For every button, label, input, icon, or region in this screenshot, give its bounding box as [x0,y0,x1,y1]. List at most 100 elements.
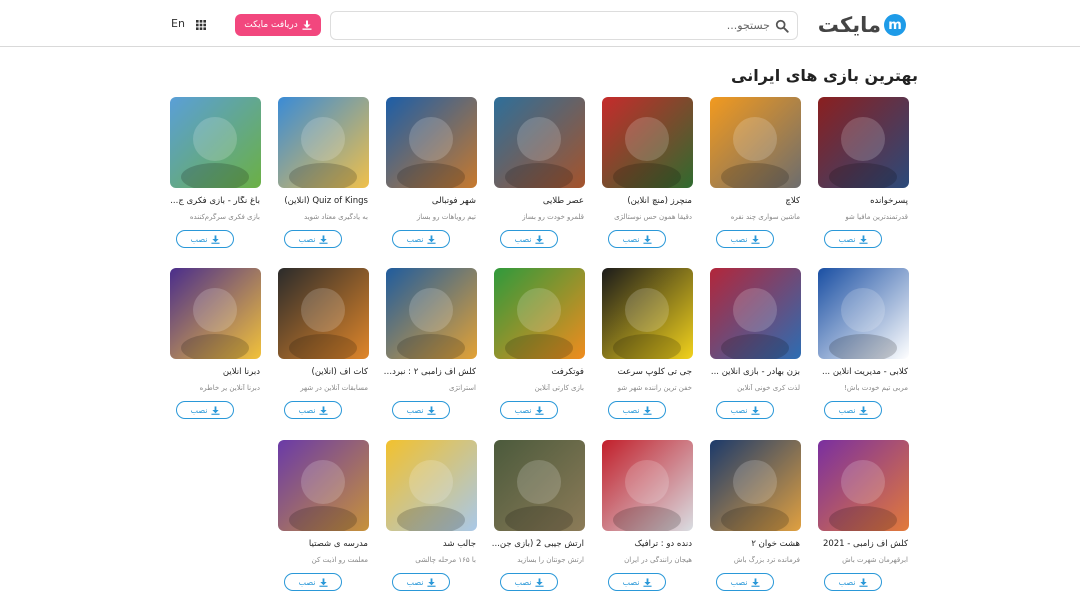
app-icon[interactable] [818,268,909,359]
install-button[interactable]: نصب [500,573,558,591]
install-button[interactable]: نصب [716,230,774,248]
app-title[interactable]: پسرخوانده [814,196,908,206]
app-title[interactable]: جی تی کلوپ سرعت [598,367,692,377]
download-icon [210,405,220,415]
app-icon[interactable] [278,440,369,531]
install-button[interactable]: نصب [392,573,450,591]
search-box[interactable] [330,11,798,40]
app-title[interactable]: کلش آف زامبی - 2021 [814,539,908,549]
install-button[interactable]: نصب [176,230,234,248]
app-icon[interactable] [818,440,909,531]
app-title[interactable]: مدرسه ی شصتیا [274,539,368,549]
install-label: نصب [514,405,532,415]
app-title[interactable]: کلاچ [706,196,800,206]
app-icon[interactable] [818,97,909,188]
app-subtitle: مسابقات آنلاین در شهر [300,384,368,392]
app-icon[interactable] [494,440,585,531]
download-icon [642,405,652,415]
install-button[interactable]: نصب [608,401,666,419]
app-subtitle: با ۱۶۵ مرحله چالشی [415,556,476,564]
install-button[interactable]: نصب [284,573,342,591]
install-button[interactable]: نصب [284,401,342,419]
top-header: m مایکت دریافت مایکت En [0,0,1080,47]
install-label: نصب [406,405,424,415]
app-icon[interactable] [494,97,585,188]
install-label: نصب [730,577,748,587]
myket-logo[interactable]: m مایکت [818,11,906,39]
app-title[interactable]: هشت خوان ۲ [706,539,800,549]
app-subtitle: بازی فکری سرگرم‌کننده [189,213,260,221]
install-button[interactable]: نصب [176,401,234,419]
app-title[interactable]: کلش اف زامبی ۲ : نبرد ... [382,367,476,377]
search-input[interactable] [470,19,770,32]
app-artwork-icon [386,268,477,359]
app-icon[interactable] [710,97,801,188]
app-icon[interactable] [386,97,477,188]
app-title[interactable]: Quiz of Kings (آنلاین) [274,196,368,206]
download-icon [534,234,544,244]
app-icon[interactable] [170,268,261,359]
app-subtitle: دقیقا همون حس نوستالژی [614,213,692,221]
app-icon[interactable] [386,440,477,531]
install-button[interactable]: نصب [500,401,558,419]
app-title[interactable]: دنده دو : ترافیک [598,539,692,549]
install-button[interactable]: نصب [716,573,774,591]
app-title[interactable]: ارتش جیبی 2 (بازی جن... [490,539,584,549]
app-artwork-icon [170,97,261,188]
app-artwork-icon [602,440,693,531]
apps-grid-icon[interactable] [196,20,206,30]
app-icon[interactable] [710,268,801,359]
logo-text: مایکت [817,13,881,37]
app-title[interactable]: منچرز (منچ آنلاین) [598,196,692,206]
install-button[interactable]: نصب [392,230,450,248]
language-switch[interactable]: En [171,17,185,30]
install-button[interactable]: نصب [608,573,666,591]
install-button[interactable]: نصب [608,230,666,248]
install-label: نصب [190,405,208,415]
app-title[interactable]: باغ نگار - بازی فکری ج... [166,196,260,206]
app-title[interactable]: جالب شد [382,539,476,549]
app-icon[interactable] [386,268,477,359]
app-icon[interactable] [710,440,801,531]
app-icon[interactable] [602,97,693,188]
app-title[interactable]: شهر فوتبالی [382,196,476,206]
app-artwork-icon [818,268,909,359]
app-subtitle: مربی تیم خودت باش! [844,384,908,392]
install-button[interactable]: نصب [500,230,558,248]
install-button[interactable]: نصب [824,573,882,591]
app-subtitle: قدرتمندترین مافیا شو [845,213,908,221]
app-title[interactable]: کلابی - مدیریت آنلاین ... [814,367,908,377]
download-icon [318,405,328,415]
install-label: نصب [298,577,316,587]
app-icon[interactable] [170,97,261,188]
app-title[interactable]: فوتکرفت [490,367,584,377]
app-title[interactable]: دبرنا آنلاین [166,367,260,377]
install-button[interactable]: نصب [716,401,774,419]
app-title[interactable]: عصر طلایی [490,196,584,206]
get-myket-label: دریافت مایکت [244,20,298,30]
app-icon[interactable] [278,268,369,359]
download-icon [426,405,436,415]
install-button[interactable]: نصب [392,401,450,419]
app-icon[interactable] [602,440,693,531]
search-icon[interactable] [775,19,789,33]
download-icon [750,234,760,244]
app-subtitle: به یادگیری معتاد شوید [304,213,368,221]
install-button[interactable]: نصب [824,230,882,248]
download-icon [858,577,868,587]
app-title[interactable]: کات آف (آنلاین) [274,367,368,377]
get-myket-button[interactable]: دریافت مایکت [235,14,321,36]
app-icon[interactable] [494,268,585,359]
install-button[interactable]: نصب [824,401,882,419]
app-title[interactable]: بزن بهادر - بازی آنلاین ... [706,367,800,377]
app-artwork-icon [818,97,909,188]
install-label: نصب [838,405,856,415]
app-icon[interactable] [602,268,693,359]
app-icon[interactable] [278,97,369,188]
app-artwork-icon [278,440,369,531]
install-label: نصب [622,234,640,244]
app-artwork-icon [602,268,693,359]
app-subtitle: ارتش جونتان را بسازید [517,556,584,564]
download-icon [426,234,436,244]
install-button[interactable]: نصب [284,230,342,248]
